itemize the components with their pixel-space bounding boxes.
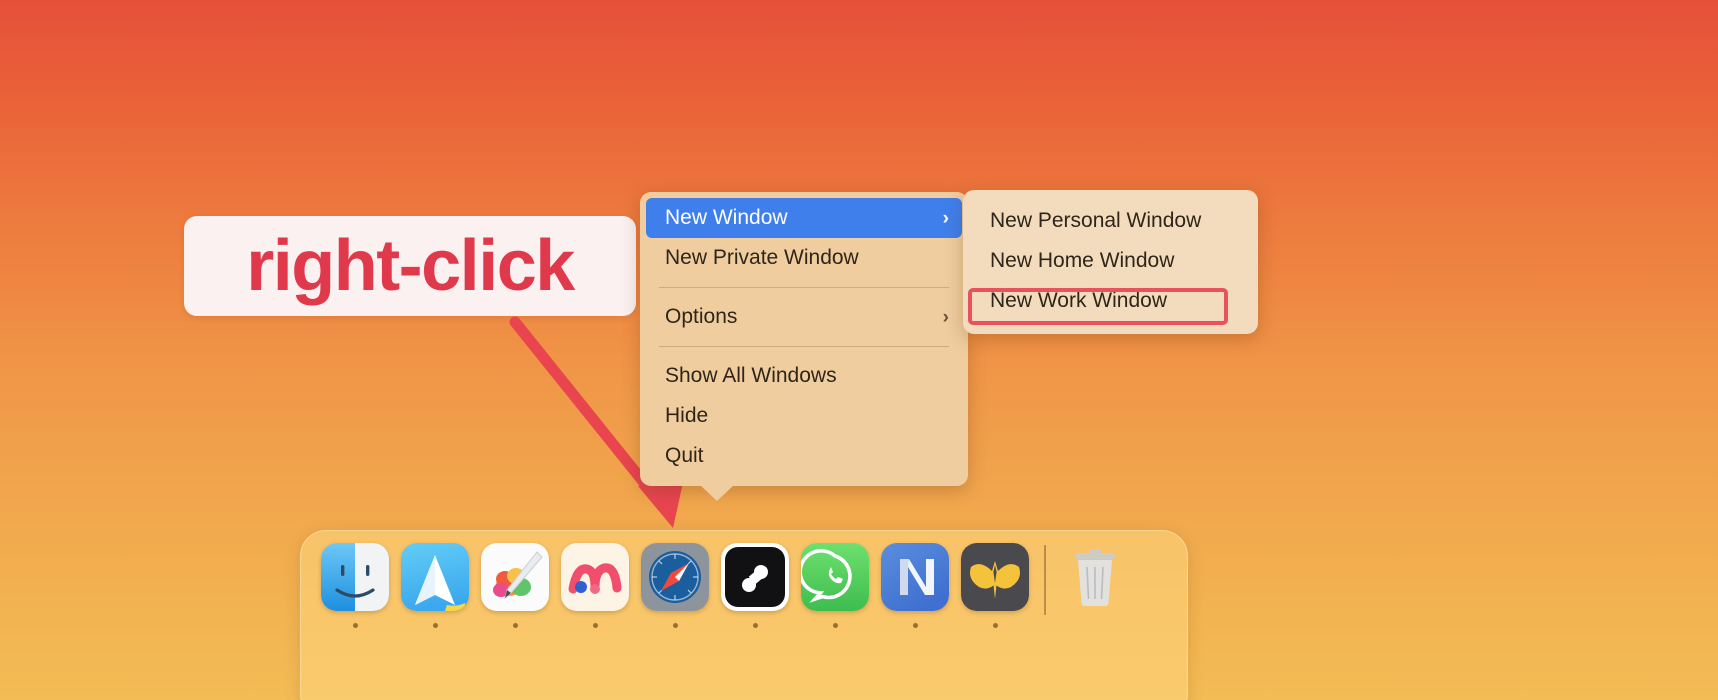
running-indicator-dot [672, 623, 678, 628]
submenu-item-label: New Home Window [990, 249, 1175, 272]
running-indicator-dot [512, 623, 518, 628]
menu-item-label: Options [665, 305, 738, 328]
menu-item-label: Show All Windows [665, 364, 837, 387]
submenu-item-new-work-window[interactable]: New Work Window [969, 281, 1252, 321]
menu-item-label: Quit [665, 444, 704, 467]
running-indicator-dot [592, 623, 598, 628]
things-icon [721, 543, 789, 611]
freeform-icon [561, 543, 629, 611]
dock-item-pixelmator[interactable] [475, 543, 555, 643]
menu-item-label: Hide [665, 404, 709, 427]
running-indicator-dot [832, 623, 838, 628]
dock-item-things[interactable] [715, 543, 795, 643]
safari-icon [641, 543, 709, 611]
running-indicator-dot [992, 623, 998, 628]
submenu-item-new-personal-window[interactable]: New Personal Window [969, 201, 1252, 241]
menu-item-show-all-windows[interactable]: Show All Windows [646, 356, 962, 396]
dock-separator [1044, 545, 1046, 615]
new-window-submenu[interactable]: New Personal Window New Home Window New … [963, 190, 1258, 334]
dock-item-freeform[interactable] [555, 543, 635, 643]
menu-item-label: New Private Window [665, 246, 859, 269]
menu-item-hide[interactable]: Hide [646, 396, 962, 436]
dock[interactable] [300, 530, 1188, 700]
running-indicator-dot [752, 623, 758, 628]
running-indicator-dot [432, 623, 438, 628]
menu-item-new-private-window[interactable]: New Private Window [646, 238, 962, 278]
menu-item-label: New Window [665, 206, 788, 229]
menu-item-quit[interactable]: Quit [646, 436, 962, 476]
dock-item-whatsapp[interactable] [795, 543, 875, 643]
menu-item-new-window[interactable]: New Window › [646, 198, 962, 238]
notability-icon [881, 543, 949, 611]
menu-separator [659, 287, 949, 288]
pixelmator-icon [481, 543, 549, 611]
trash-icon [1061, 543, 1129, 611]
safari-dock-context-menu[interactable]: New Window › New Private Window Options … [640, 192, 968, 501]
menu-item-options[interactable]: Options › [646, 297, 962, 337]
submenu-item-label: New Personal Window [990, 209, 1202, 232]
desktop-wallpaper: right-click New Window › New Private Win… [0, 0, 1718, 700]
submenu-item-label: New Work Window [990, 289, 1167, 312]
dock-item-ulysses[interactable] [955, 543, 1035, 643]
callout-text: right-click [246, 226, 575, 306]
whatsapp-icon [801, 543, 869, 611]
chevron-right-icon: › [942, 207, 949, 229]
submenu-item-new-home-window[interactable]: New Home Window [969, 241, 1252, 281]
dock-item-finder[interactable] [315, 543, 395, 643]
running-indicator-dot [352, 623, 358, 628]
chevron-right-icon: › [942, 306, 949, 328]
ulysses-icon [961, 543, 1029, 611]
dock-item-notability[interactable] [875, 543, 955, 643]
spark-mail-icon [401, 543, 469, 611]
running-indicator-dot [912, 623, 918, 628]
menu-separator [659, 346, 949, 347]
dock-item-safari[interactable] [635, 543, 715, 643]
dock-item-trash[interactable] [1055, 543, 1135, 643]
finder-icon [321, 543, 389, 611]
dock-item-spark[interactable] [395, 543, 475, 643]
